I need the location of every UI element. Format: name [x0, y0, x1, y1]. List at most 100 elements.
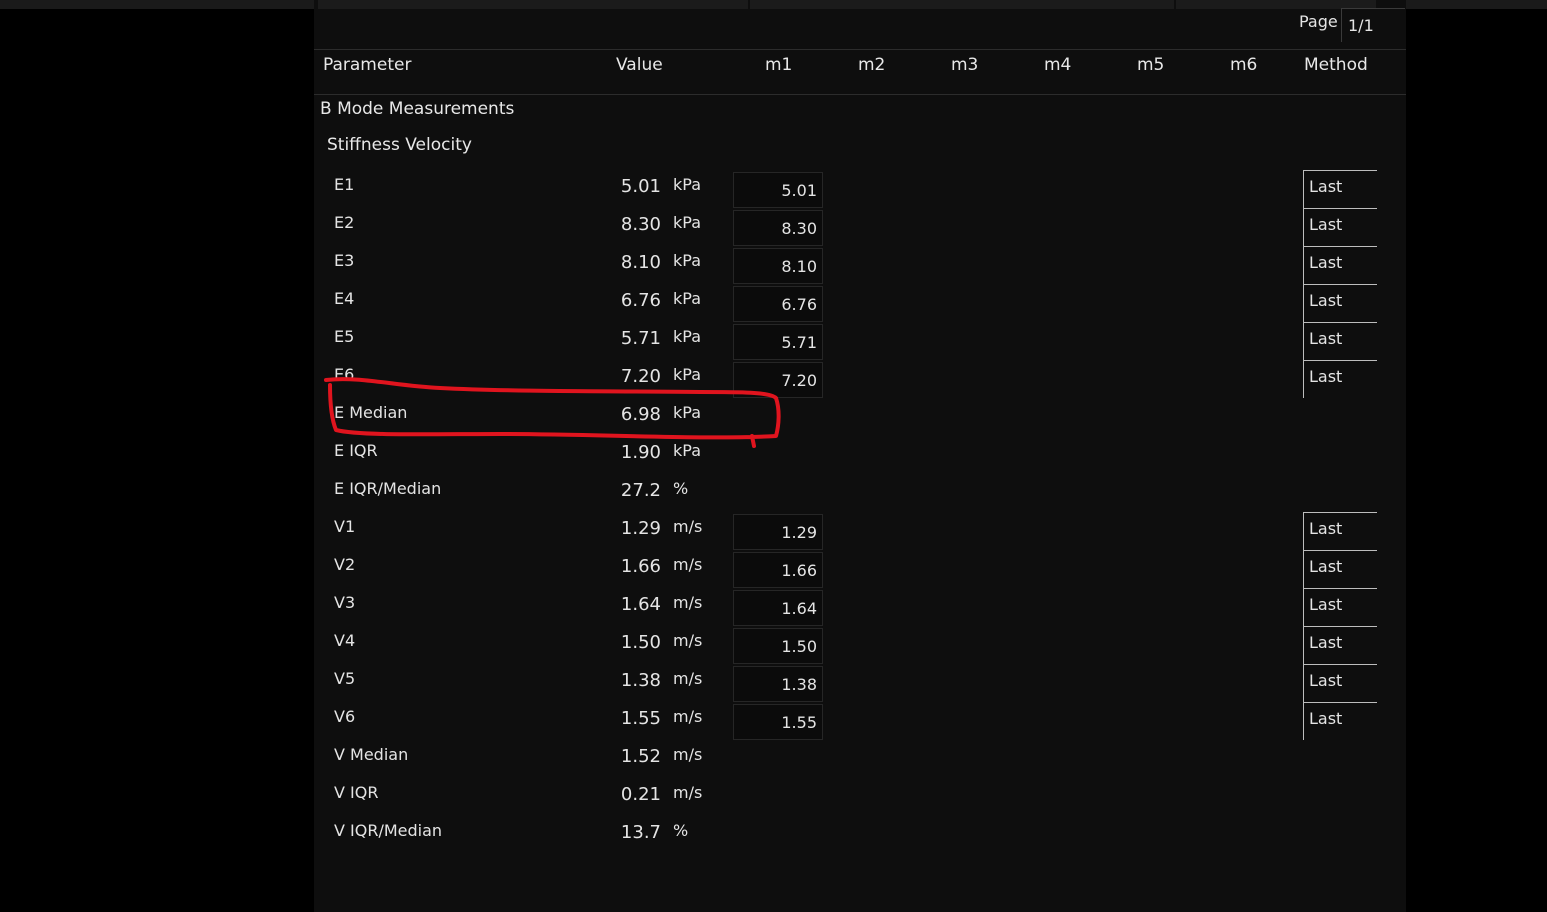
parameter-value: 1.55 — [620, 708, 661, 729]
parameter-unit: m/s — [673, 745, 703, 764]
m1-value-field[interactable]: 8.30 — [733, 210, 823, 246]
m1-value-field[interactable]: 1.64 — [733, 590, 823, 626]
section-stiffness-velocity: Stiffness Velocity — [327, 135, 472, 155]
table-row[interactable]: E Median 6.98 kPa — [314, 400, 1406, 438]
m1-value-field[interactable]: 8.10 — [733, 248, 823, 284]
parameter-unit: m/s — [673, 669, 703, 688]
top-strip-left — [0, 0, 314, 9]
column-header-m2: m2 — [858, 55, 886, 75]
m1-value-field[interactable]: 6.76 — [733, 286, 823, 322]
table-row[interactable]: E1 5.01 kPa 5.01 Last — [314, 170, 1406, 210]
parameter-unit: kPa — [673, 403, 701, 422]
table-row[interactable]: V Median 1.52 m/s — [314, 742, 1406, 780]
column-header-parameter: Parameter — [323, 55, 412, 75]
method-dropdown[interactable]: Last — [1303, 170, 1377, 208]
parameter-value: 1.38 — [620, 670, 661, 691]
parameter-value: 5.01 — [620, 176, 661, 197]
m1-value-field[interactable]: 5.71 — [733, 324, 823, 360]
table-row[interactable]: V IQR 0.21 m/s — [314, 780, 1406, 818]
method-dropdown[interactable]: Last — [1303, 550, 1377, 588]
parameter-unit: m/s — [673, 593, 703, 612]
table-row[interactable]: E IQR/Median 27.2% — [314, 476, 1406, 514]
table-row[interactable]: E2 8.30 kPa 8.30 Last — [314, 208, 1406, 248]
parameter-name: E5 — [334, 327, 355, 346]
table-row[interactable]: E4 6.76 kPa 6.76 Last — [314, 284, 1406, 324]
parameter-unit: kPa — [673, 327, 701, 346]
parameter-unit: kPa — [673, 289, 701, 308]
parameter-name: V1 — [334, 517, 356, 536]
parameter-name: V Median — [334, 745, 409, 764]
parameter-name: V IQR — [334, 783, 379, 802]
parameter-value: 6.76 — [620, 290, 661, 311]
m1-value-field[interactable]: 1.55 — [733, 704, 823, 740]
parameter-name: E4 — [334, 289, 355, 308]
parameter-name: E6 — [334, 365, 355, 384]
table-row[interactable]: V3 1.64 m/s 1.64 Last — [314, 588, 1406, 628]
table-row[interactable]: E5 5.71 kPa 5.71 Last — [314, 322, 1406, 362]
column-header-m5: m5 — [1137, 55, 1165, 75]
top-tab-1[interactable] — [318, 0, 748, 9]
parameter-name: V6 — [334, 707, 356, 726]
header-top-divider — [314, 49, 1406, 50]
method-dropdown[interactable]: Last — [1303, 246, 1377, 284]
table-row[interactable]: E3 8.10 kPa 8.10 Last — [314, 246, 1406, 286]
parameter-name: E2 — [334, 213, 355, 232]
parameter-name: E3 — [334, 251, 355, 270]
parameter-unit: kPa — [673, 251, 701, 270]
parameter-name: E1 — [334, 175, 355, 194]
parameter-name: E IQR — [334, 441, 378, 460]
parameter-value: 1.66 — [620, 556, 661, 577]
m1-value-field[interactable]: 5.01 — [733, 172, 823, 208]
parameter-unit: % — [673, 479, 689, 498]
table-row[interactable]: V1 1.29 m/s 1.29 Last — [314, 512, 1406, 552]
m1-value-field[interactable]: 1.29 — [733, 514, 823, 550]
section-b-mode-measurements: B Mode Measurements — [320, 99, 515, 119]
parameter-value: 1.90 — [620, 442, 661, 463]
parameter-value: 1.50 — [620, 632, 661, 653]
parameter-unit: m/s — [673, 517, 703, 536]
parameter-value: 5.71 — [620, 328, 661, 349]
column-header-value: Value — [616, 55, 663, 75]
column-header-method: Method — [1304, 55, 1368, 75]
header-bottom-divider — [314, 94, 1406, 95]
m1-value-field[interactable]: 7.20 — [733, 362, 823, 398]
column-header-m3: m3 — [951, 55, 979, 75]
parameter-value: 0.21 — [620, 784, 661, 805]
parameter-value: 1.29 — [620, 518, 661, 539]
table-row[interactable]: V IQR/Median 13.7% — [314, 818, 1406, 856]
parameter-name: E IQR/Median — [334, 479, 442, 498]
method-dropdown[interactable]: Last — [1303, 208, 1377, 246]
method-dropdown[interactable]: Last — [1303, 322, 1377, 360]
parameter-unit: kPa — [673, 441, 701, 460]
method-dropdown[interactable]: Last — [1303, 588, 1377, 626]
table-row[interactable]: E6 7.20 kPa 7.20 Last — [314, 360, 1406, 400]
parameter-unit: kPa — [673, 365, 701, 384]
table-row[interactable]: V2 1.66 m/s 1.66 Last — [314, 550, 1406, 590]
table-row[interactable]: E IQR 1.90 kPa — [314, 438, 1406, 476]
parameter-unit: % — [673, 821, 689, 840]
method-dropdown[interactable]: Last — [1303, 512, 1377, 550]
m1-value-field[interactable]: 1.38 — [733, 666, 823, 702]
parameter-name: V3 — [334, 593, 356, 612]
parameter-name: V4 — [334, 631, 356, 650]
m1-value-field[interactable]: 1.66 — [733, 552, 823, 588]
method-dropdown[interactable]: Last — [1303, 702, 1377, 740]
parameter-unit: kPa — [673, 175, 701, 194]
method-dropdown[interactable]: Last — [1303, 626, 1377, 664]
method-dropdown[interactable]: Last — [1303, 284, 1377, 322]
top-tab-2[interactable] — [750, 0, 1174, 9]
method-dropdown[interactable]: Last — [1303, 664, 1377, 702]
parameter-name: V2 — [334, 555, 356, 574]
parameter-unit: m/s — [673, 631, 703, 650]
m1-value-field[interactable]: 1.50 — [733, 628, 823, 664]
method-dropdown[interactable]: Last — [1303, 360, 1377, 398]
column-header-m1: m1 — [765, 55, 793, 75]
parameter-value: 7.20 — [620, 366, 661, 387]
parameter-unit: m/s — [673, 707, 703, 726]
parameter-name: V IQR/Median — [334, 821, 443, 840]
table-row[interactable]: V6 1.55 m/s 1.55 Last — [314, 702, 1406, 742]
table-row[interactable]: V4 1.50 m/s 1.50 Last — [314, 626, 1406, 666]
page-number-field[interactable]: 1/1 — [1341, 8, 1405, 42]
table-row[interactable]: V5 1.38 m/s 1.38 Last — [314, 664, 1406, 704]
parameter-name: V5 — [334, 669, 356, 688]
